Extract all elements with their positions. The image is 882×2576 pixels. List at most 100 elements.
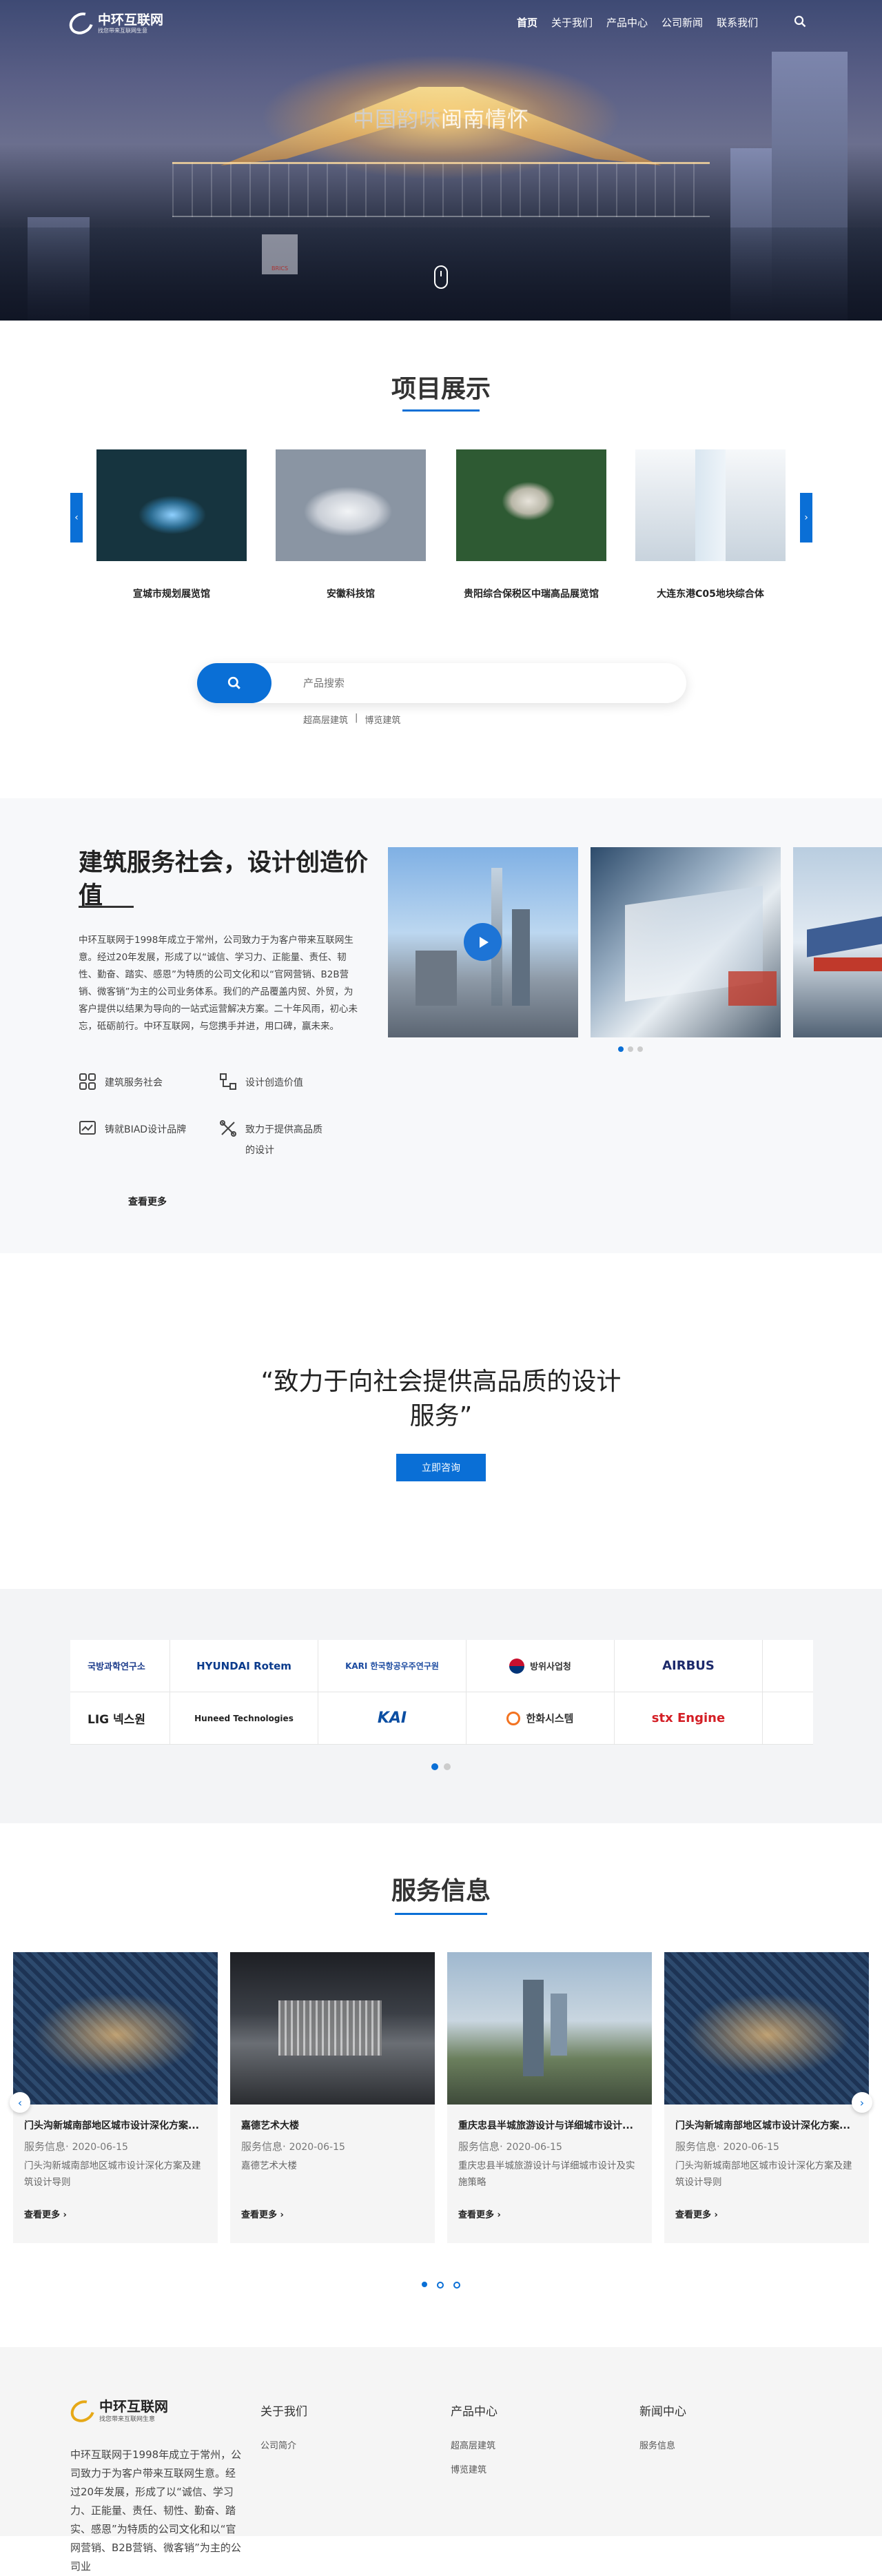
carousel-dot[interactable] [637, 1046, 643, 1052]
hot-tag[interactable]: 博览建筑 [365, 713, 400, 726]
partner-logo[interactable]: HYUNDAI Rotem [170, 1640, 318, 1692]
partners-carousel-dots [431, 1763, 451, 1770]
nav-products[interactable]: 产品中心 [599, 15, 655, 30]
partner-logo[interactable]: LIG 넥스원 [70, 1692, 170, 1745]
hot-tag[interactable]: 超高层建筑 [303, 713, 348, 726]
footer-link[interactable]: 公司简介 [260, 2438, 307, 2451]
about-image[interactable] [388, 847, 578, 1037]
projects-title-underline [402, 409, 480, 412]
project-card[interactable]: 安徽科技馆 [276, 449, 426, 600]
carousel-dot[interactable] [422, 2282, 427, 2287]
partner-logo[interactable]: stx Engine [615, 1692, 763, 1745]
service-more-link[interactable]: 查看更多 › [447, 2198, 652, 2220]
logo-subtitle: 找您带来互联网生意 [98, 27, 147, 34]
services-prev-button[interactable]: ‹ [10, 2092, 30, 2113]
service-title[interactable]: 门头沟新城南部地区城市设计深化方案... [13, 2105, 218, 2132]
about-more-link[interactable]: 查看更多 [128, 1195, 167, 1208]
logo-mark-icon [66, 2395, 99, 2426]
service-more-link[interactable]: 查看更多 › [13, 2198, 218, 2220]
logo-title: 中环互联网 [98, 12, 164, 28]
carousel-dot[interactable] [431, 1763, 438, 1770]
about-image[interactable] [591, 847, 781, 1037]
service-image[interactable] [230, 1952, 435, 2105]
service-card[interactable]: 门头沟新城南部地区城市设计深化方案... 服务信息· 2020-06-15 门头… [13, 1952, 218, 2243]
carousel-dot[interactable] [437, 2282, 444, 2289]
partner-name: HYUNDAI Rotem [196, 1659, 291, 1672]
service-desc: 嘉德艺术大楼 [241, 2160, 297, 2171]
project-image[interactable] [635, 449, 786, 561]
main-nav: 首页 关于我们 产品中心 公司新闻 联系我们 [510, 15, 765, 30]
feature-label: 致力于提供高品质的设计 [245, 1124, 322, 1156]
partners-grid: 국방과학연구소 HYUNDAI Rotem KARI 한국항공우주연구원 방위사… [70, 1640, 813, 1745]
projects-next-button[interactable]: › [800, 493, 812, 542]
about-carousel-dots [618, 1046, 643, 1052]
footer-logo[interactable]: 中环互联网 找您带来互联网生意 [66, 2395, 168, 2426]
partner-logo[interactable]: 한화시스템 [466, 1692, 615, 1745]
service-title[interactable]: 嘉德艺术大楼 [230, 2105, 435, 2132]
footer-logo-title: 中环互联网 [99, 2398, 168, 2415]
consult-button[interactable]: 立即咨询 [396, 1454, 486, 1481]
projects-prev-button[interactable]: ‹ [70, 493, 83, 542]
partner-name: KAI [377, 1710, 407, 1727]
project-image[interactable] [96, 449, 247, 561]
project-caption[interactable]: 安徽科技馆 [276, 587, 426, 600]
service-more-link[interactable]: 查看更多 › [230, 2198, 435, 2220]
footer-link[interactable]: 服务信息 [639, 2438, 686, 2451]
project-card[interactable]: 宣城市规划展览馆 [96, 449, 247, 600]
project-image[interactable] [276, 449, 426, 561]
partner-logo[interactable]: 국방과학연구소 [70, 1640, 170, 1692]
service-card[interactable]: 重庆忠县半城旅游设计与详细城市设计... 服务信息· 2020-06-15 重庆… [447, 1952, 652, 2243]
project-card[interactable]: 贵阳综合保税区中瑞高品展览馆 [456, 449, 606, 600]
about-image[interactable] [793, 847, 882, 1037]
carousel-dot[interactable] [444, 1763, 451, 1770]
partner-logo[interactable]: 방위사업청 [466, 1640, 615, 1692]
carousel-dot[interactable] [453, 2282, 460, 2289]
footer-link[interactable]: 超高层建筑 [451, 2438, 498, 2451]
chart-icon [79, 1121, 96, 1135]
search-input[interactable] [303, 673, 662, 693]
partner-logo[interactable]: KARI 한국항공우주연구원 [318, 1640, 466, 1692]
hanwha-emblem-icon [506, 1711, 521, 1725]
service-title[interactable]: 重庆忠县半城旅游设计与详细城市设计... [447, 2105, 652, 2132]
service-image[interactable] [447, 1952, 652, 2105]
service-title[interactable]: 门头沟新城南部地区城市设计深化方案... [664, 2105, 869, 2132]
carousel-dot[interactable] [628, 1046, 633, 1052]
about-body: 中环互联网于1998年成立于常州，公司致力于为客户带来互联网生意。经过20年发展… [79, 935, 358, 1032]
nav-contact[interactable]: 联系我们 [710, 15, 765, 30]
project-card[interactable]: 大连东港C05地块综合体 [635, 449, 786, 600]
quote-text: “致力于向社会提供高品质的设计 服务” [0, 1365, 882, 1434]
search-button[interactable] [197, 663, 271, 703]
scroll-down-icon[interactable] [434, 265, 448, 289]
nav-home[interactable]: 首页 [510, 15, 544, 30]
partner-logo[interactable]: Huneed Technologies [170, 1692, 318, 1745]
logo[interactable]: 中环互联网 找您带来互联网生意 [65, 8, 172, 39]
project-image[interactable] [456, 449, 606, 561]
services-next-button[interactable]: › [852, 2092, 872, 2113]
service-more-link[interactable]: 查看更多 › [664, 2198, 869, 2220]
partner-logo[interactable] [763, 1640, 813, 1692]
nav-news[interactable]: 公司新闻 [655, 15, 710, 30]
project-caption[interactable]: 宣城市规划展览馆 [96, 587, 247, 600]
hero-structure [172, 162, 710, 217]
search-icon[interactable] [794, 15, 806, 28]
service-card[interactable]: 门头沟新城南部地区城市设计深化方案... 服务信息· 2020-06-15 门头… [664, 1952, 869, 2243]
project-caption[interactable]: 贵阳综合保税区中瑞高品展览馆 [456, 587, 606, 600]
play-button[interactable] [464, 923, 502, 961]
carousel-dot[interactable] [618, 1046, 624, 1052]
footer-link[interactable]: 博览建筑 [451, 2462, 498, 2475]
grid-icon [79, 1073, 96, 1090]
quote-line: “致力于向社会提供高品质的设计 [260, 1368, 622, 1396]
service-meta: 服务信息· 2020-06-15 [458, 2140, 562, 2153]
service-image[interactable] [664, 1952, 869, 2105]
partner-logo[interactable]: AIRBUS [615, 1640, 763, 1692]
project-caption[interactable]: 大连东港C05地块综合体 [635, 587, 786, 600]
nav-about[interactable]: 关于我们 [544, 15, 599, 30]
partner-logo[interactable]: KAI [318, 1692, 466, 1745]
partner-logo[interactable] [763, 1692, 813, 1745]
service-desc: 重庆忠县半城旅游设计与详细城市设计及实施策略 [458, 2160, 635, 2188]
hero-banner: BRICS 中环互联网 找您带来互联网生意 首页 关于我们 产品中心 公司新闻 … [0, 0, 882, 321]
service-image[interactable] [13, 1952, 218, 2105]
footer-about-text: 中环互联网于1998年成立于常州，公司致力于为客户带来互联网生意。经过20年发展… [70, 2448, 242, 2573]
service-card[interactable]: 嘉德艺术大楼 服务信息· 2020-06-15 嘉德艺术大楼 查看更多 › [230, 1952, 435, 2243]
feature-item: 设计创造价值 [219, 1073, 357, 1091]
